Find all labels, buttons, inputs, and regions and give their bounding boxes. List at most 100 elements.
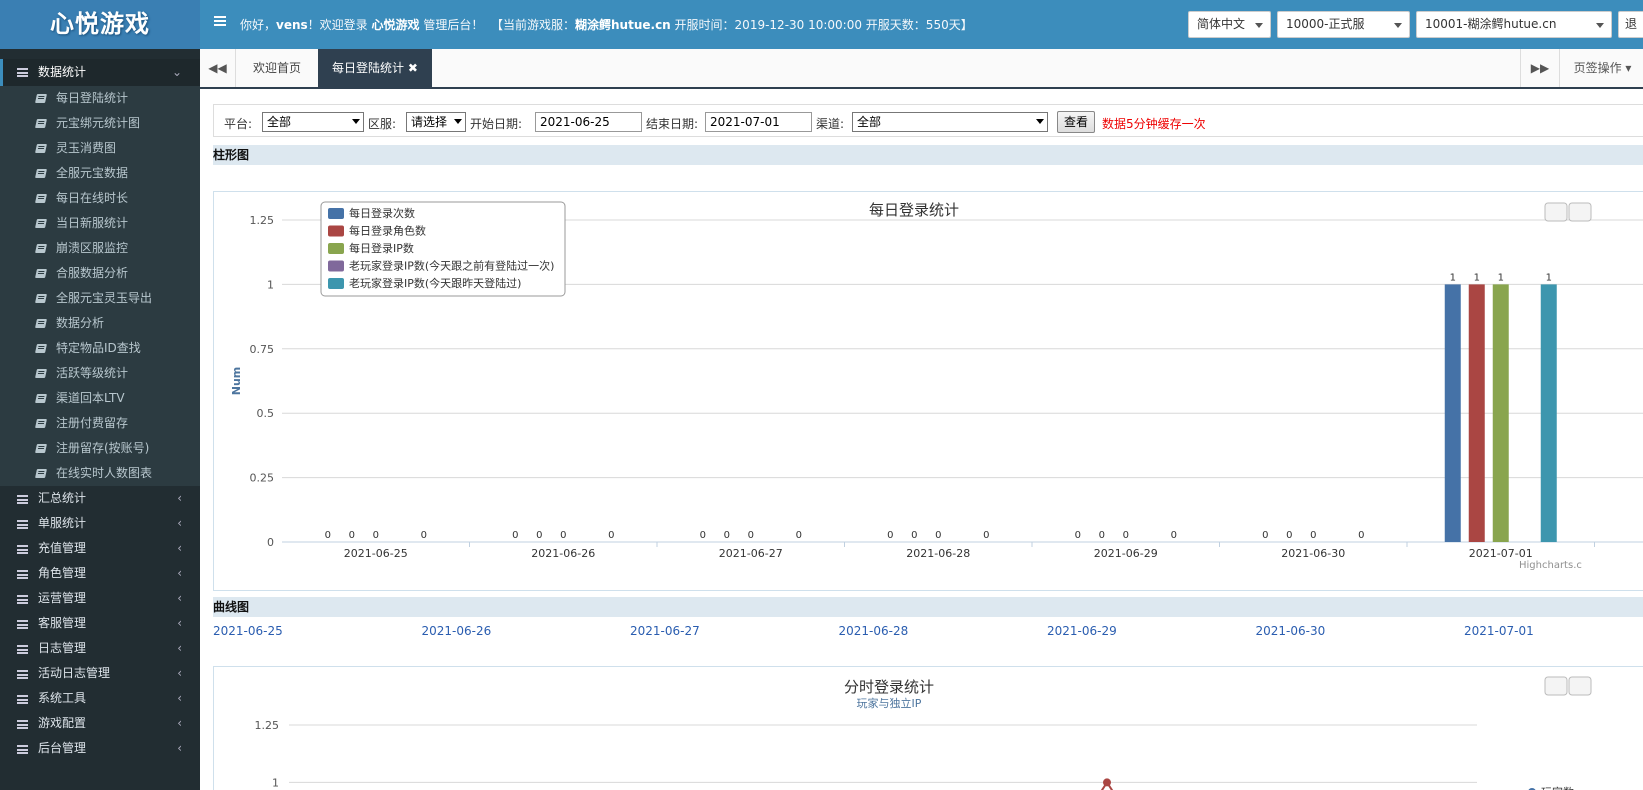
sidebar-group[interactable]: 汇总统计 ‹: [0, 486, 200, 511]
sidebar-subitem-label: 全服元宝数据: [56, 166, 129, 180]
legend-item: 玩家数: [1541, 785, 1574, 790]
view-button[interactable]: 查看: [1057, 111, 1096, 133]
sidebar-subitem[interactable]: 活跃等级统计: [0, 361, 200, 386]
date-link[interactable]: 2021-06-28: [839, 624, 909, 638]
sidebar-subitem[interactable]: 灵玉消费图: [0, 136, 200, 161]
filter-bar: 平台: 全部 区服: 请选择 开始日期: 2021-06-25 结束日期: 20…: [213, 104, 1643, 137]
data-label: 0: [796, 530, 802, 541]
sidebar-subitem-label: 元宝绑元统计图: [56, 116, 141, 130]
legend: 每日登录次数每日登录角色数每日登录IP数老玩家登录IP数(今天跟之前有登陆过一次…: [320, 201, 566, 297]
tab-home[interactable]: 欢迎首页: [239, 49, 315, 87]
sidebar-subitem[interactable]: 当日新服统计: [0, 211, 200, 236]
sidebar-subitem[interactable]: 在线实时人数图表: [0, 461, 200, 486]
y-axis-label: Num: [230, 367, 243, 396]
zone-select[interactable]: 10000-正式服: [1277, 11, 1410, 38]
date-link[interactable]: 2021-06-29: [1047, 624, 1117, 638]
platform-select[interactable]: 全部: [262, 112, 364, 132]
y-tick-label: 0.25: [250, 472, 275, 485]
tab-ops-button[interactable]: 页签操作 ▾: [1562, 49, 1643, 87]
language-select[interactable]: 简体中文: [1188, 11, 1271, 38]
sidebar: 数据统计 ⌄ 每日登陆统计元宝绑元统计图灵玉消费图全服元宝数据每日在线时长 当日新…: [0, 49, 200, 790]
chevron-down-icon: [1036, 119, 1044, 124]
bar: [1444, 284, 1461, 542]
sidebar-group[interactable]: 运营管理 ‹: [0, 586, 200, 611]
chevron-left-icon: ‹: [177, 691, 182, 705]
bar: [1468, 284, 1485, 542]
sidebar-group[interactable]: 客服管理 ‹: [0, 611, 200, 636]
sidebar-subitem[interactable]: 渠道回本LTV: [0, 386, 200, 411]
chevron-left-icon: ‹: [177, 641, 182, 655]
y-tick-label: 0.5: [257, 407, 275, 420]
sidebar-group[interactable]: 系统工具 ‹: [0, 686, 200, 711]
sidebar-subitem[interactable]: 每日登陆统计: [0, 86, 200, 111]
sidebar-group[interactable]: 充值管理 ‹: [0, 536, 200, 561]
x-tick-label: 2021-06-25: [344, 547, 408, 560]
sidebar-subitem[interactable]: 合服数据分析: [0, 261, 200, 286]
sidebar-group[interactable]: 活动日志管理 ‹: [0, 661, 200, 686]
tab-scroll-right-button[interactable]: ▶▶: [1520, 49, 1560, 87]
sidebar-group-label: 后台管理: [38, 741, 87, 755]
sidebar-group[interactable]: 日志管理 ‹: [0, 636, 200, 661]
sidebar-group-data-stats[interactable]: 数据统计 ⌄: [0, 59, 200, 86]
sidebar-group[interactable]: 后台管理 ‹: [0, 736, 200, 761]
data-label: 0: [748, 530, 754, 541]
x-tick-label: 2021-06-30: [1281, 547, 1345, 560]
print-icon: [1544, 676, 1568, 696]
legend-swatch: [328, 225, 344, 237]
book-icon: [35, 94, 47, 103]
main-content: 平台: 全部 区服: 请选择 开始日期: 2021-06-25 结束日期: 20…: [200, 91, 1643, 790]
sidebar-subitem[interactable]: 特定物品ID查找: [0, 336, 200, 361]
menu-toggle-icon[interactable]: [214, 16, 226, 26]
tab-scroll-left-button[interactable]: ◀◀: [200, 49, 236, 87]
sidebar-subitem-label: 注册留存(按账号): [56, 441, 150, 455]
server-select[interactable]: 10001-糊涂鳄hutue.cn: [1416, 11, 1612, 38]
date-link[interactable]: 2021-06-30: [1256, 624, 1326, 638]
date-link[interactable]: 2021-06-27: [630, 624, 700, 638]
book-icon: [35, 469, 47, 478]
cache-note: 数据5分钟缓存一次: [1102, 117, 1206, 131]
app-logo[interactable]: 心悦游戏: [0, 0, 200, 49]
end-date-label: 结束日期:: [646, 117, 699, 131]
platform-label: 平台:: [224, 117, 253, 131]
x-tick-label: 2021-06-27: [719, 547, 783, 560]
end-date-input[interactable]: 2021-07-01: [705, 112, 812, 132]
sidebar-groups: 汇总统计 ‹ 单服统计 ‹ 充值管理 ‹ 角色管理 ‹ 运营管理 ‹ 客服管理 ‹ 日志管理 ‹ 活动日志管…: [0, 486, 200, 761]
legend-item: 老玩家登录IP数(今天跟之前有登陆过一次): [349, 259, 554, 273]
sidebar-subitem[interactable]: 崩溃区服监控: [0, 236, 200, 261]
sidebar-subitem[interactable]: 注册付费留存: [0, 411, 200, 436]
sidebar-subitem[interactable]: 数据分析: [0, 311, 200, 336]
sidebar-subitem[interactable]: 每日在线时长: [0, 186, 200, 211]
list-icon: [17, 520, 28, 529]
sidebar-subitem-label: 全服元宝灵玉导出: [56, 291, 153, 305]
date-link[interactable]: 2021-06-25: [213, 624, 283, 638]
data-label: 1: [1498, 272, 1504, 283]
list-icon: [17, 720, 28, 729]
chevron-left-icon: ‹: [177, 716, 182, 730]
book-icon: [35, 369, 47, 378]
date-link[interactable]: 2021-07-01: [1464, 624, 1534, 638]
zone-filter-select[interactable]: 请选择: [406, 112, 466, 132]
credits: Highcharts.c: [1519, 560, 1582, 571]
tab-daily-login[interactable]: 每日登陆统计 ✖: [318, 49, 432, 87]
sidebar-subitem[interactable]: 元宝绑元统计图: [0, 111, 200, 136]
date-link[interactable]: 2021-06-26: [422, 624, 492, 638]
sidebar-subitem[interactable]: 注册留存(按账号): [0, 436, 200, 461]
legend-item: 每日登录IP数: [349, 241, 414, 255]
sidebar-group[interactable]: 角色管理 ‹: [0, 561, 200, 586]
zone-label: 区服:: [368, 117, 397, 131]
sidebar-subitem[interactable]: 全服元宝数据: [0, 161, 200, 186]
y-tick-label: 0.75: [250, 343, 275, 356]
close-icon[interactable]: ✖: [408, 61, 418, 75]
chevron-left-icon: ‹: [177, 741, 182, 755]
data-label: 0: [512, 530, 518, 541]
chart-title: 每日登录统计: [869, 201, 959, 219]
sidebar-group[interactable]: 单服统计 ‹: [0, 511, 200, 536]
sidebar-group[interactable]: 游戏配置 ‹: [0, 711, 200, 736]
start-date-input[interactable]: 2021-06-25: [535, 112, 642, 132]
channel-select[interactable]: 全部: [852, 112, 1048, 132]
sidebar-subitem-label: 崩溃区服监控: [56, 241, 129, 255]
logout-button[interactable]: 退: [1618, 11, 1643, 38]
sidebar-subitem[interactable]: 全服元宝灵玉导出: [0, 286, 200, 311]
book-icon: [35, 119, 47, 128]
sidebar-subitem-label: 活跃等级统计: [56, 366, 129, 380]
